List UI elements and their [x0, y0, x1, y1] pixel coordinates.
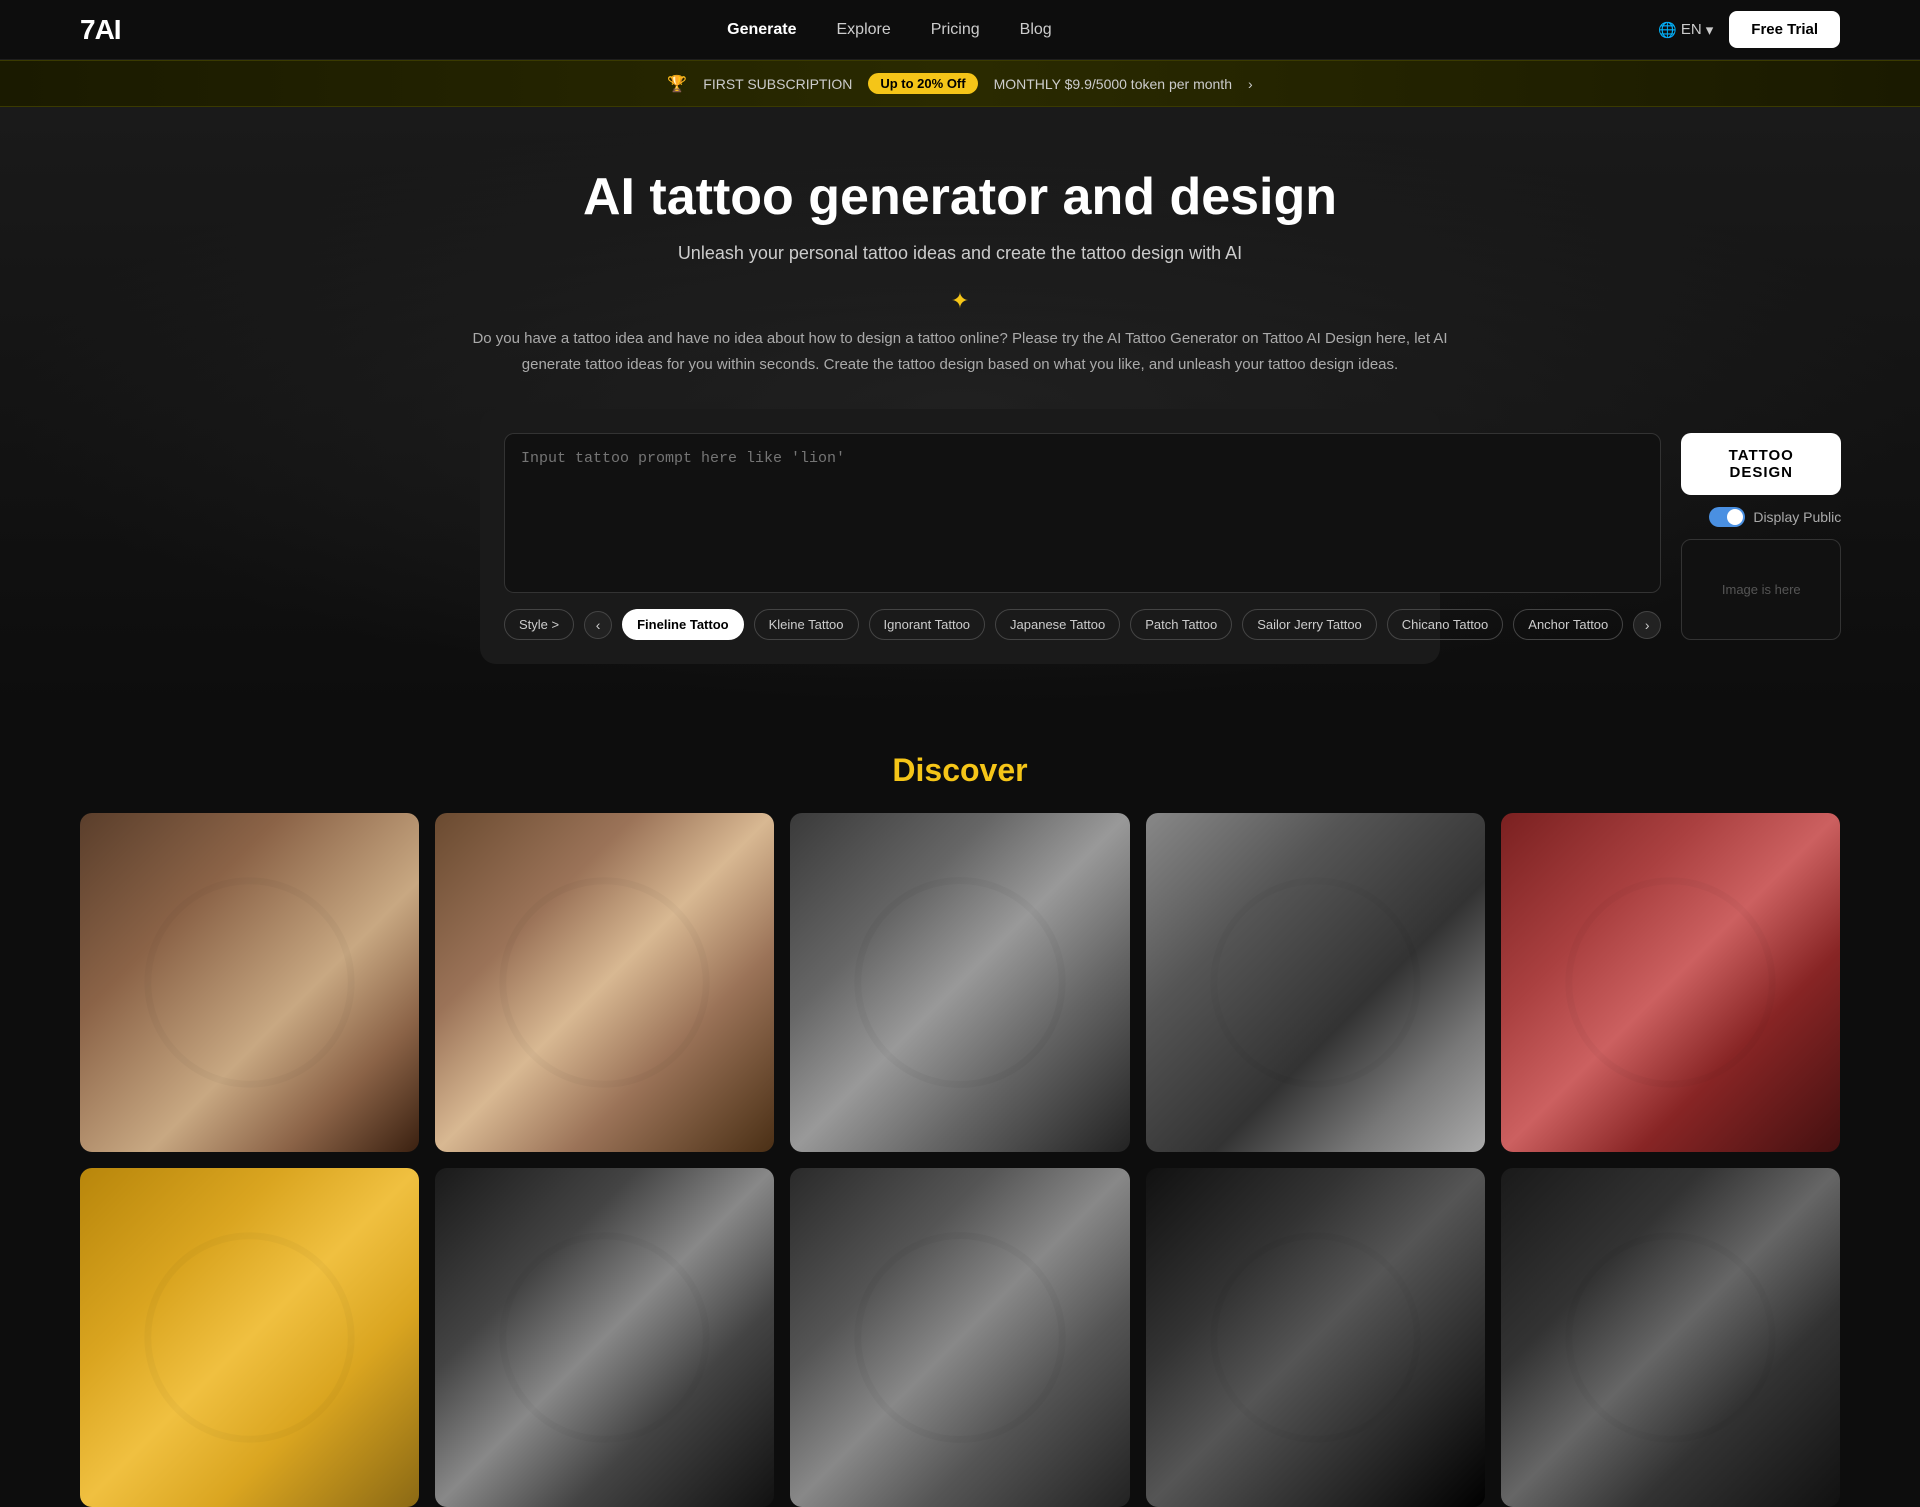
gallery-item-5[interactable] [1501, 813, 1840, 1152]
nav-pricing[interactable]: Pricing [931, 21, 980, 39]
image-preview: Image is here [1681, 539, 1841, 640]
language-selector[interactable]: 🌐 EN ▾ [1658, 21, 1713, 39]
gallery-item-7[interactable] [435, 1168, 774, 1507]
gallery-item-8[interactable] [790, 1168, 1129, 1507]
style-japanese[interactable]: Japanese Tattoo [995, 609, 1120, 640]
generator-container: Style > ‹ Fineline Tattoo Kleine Tattoo … [480, 409, 1440, 664]
prompt-input[interactable] [504, 433, 1661, 593]
gallery-item-2[interactable] [435, 813, 774, 1152]
tattoo-design-button[interactable]: TATTOO DESIGN [1681, 433, 1841, 495]
sparkle-icon: ✦ [951, 288, 969, 314]
nav-explore[interactable]: Explore [837, 21, 891, 39]
gallery-item-9[interactable] [1146, 1168, 1485, 1507]
display-public-label: Display Public [1753, 509, 1841, 525]
image-placeholder-text: Image is here [1722, 582, 1801, 597]
style-label-btn[interactable]: Style > [504, 609, 574, 640]
discover-section: Discover [0, 704, 1920, 1507]
promo-monthly: MONTHLY $9.9/5000 token per month [994, 76, 1232, 92]
toggle-switch[interactable] [1709, 507, 1745, 527]
promo-banner: 🏆 FIRST SUBSCRIPTION Up to 20% Off MONTH… [0, 60, 1920, 107]
display-public-toggle: Display Public [1681, 507, 1841, 527]
hero-subtitle: Unleash your personal tattoo ideas and c… [80, 243, 1840, 264]
style-kleine[interactable]: Kleine Tattoo [754, 609, 859, 640]
next-style-arrow[interactable]: › [1633, 611, 1661, 639]
free-trial-button[interactable]: Free Trial [1729, 11, 1840, 48]
chevron-down-icon: ▾ [1706, 21, 1714, 39]
lang-label: EN [1681, 21, 1702, 38]
style-sailor-jerry[interactable]: Sailor Jerry Tattoo [1242, 609, 1377, 640]
style-anchor[interactable]: Anchor Tattoo [1513, 609, 1623, 640]
discover-title: Discover [80, 752, 1840, 789]
promo-first-sub: FIRST SUBSCRIPTION [703, 76, 852, 92]
gallery-item-4[interactable] [1146, 813, 1485, 1152]
gallery-item-3[interactable] [790, 813, 1129, 1152]
generator-right: TATTOO DESIGN Display Public Image is he… [1681, 433, 1841, 640]
hero-title: AI tattoo generator and design [80, 167, 1840, 227]
nav-blog[interactable]: Blog [1020, 21, 1052, 39]
style-tags: Style > ‹ Fineline Tattoo Kleine Tattoo … [504, 609, 1661, 640]
gallery-item-1[interactable] [80, 813, 419, 1152]
style-chicano[interactable]: Chicano Tattoo [1387, 609, 1504, 640]
promo-arrow: › [1248, 76, 1253, 92]
nav-links: Generate Explore Pricing Blog [727, 21, 1052, 39]
style-ignorant[interactable]: Ignorant Tattoo [869, 609, 986, 640]
style-patch[interactable]: Patch Tattoo [1130, 609, 1232, 640]
generator-left: Style > ‹ Fineline Tattoo Kleine Tattoo … [504, 433, 1661, 640]
prev-style-arrow[interactable]: ‹ [584, 611, 612, 639]
hero-section: AI tattoo generator and design Unleash y… [0, 107, 1920, 704]
style-fineline[interactable]: Fineline Tattoo [622, 609, 743, 640]
promo-badge: Up to 20% Off [868, 73, 977, 94]
globe-icon: 🌐 [1658, 21, 1677, 39]
gallery-item-10[interactable] [1501, 1168, 1840, 1507]
promo-icon: 🏆 [667, 74, 687, 94]
navbar: 7AI Generate Explore Pricing Blog 🌐 EN ▾… [0, 0, 1920, 60]
logo: 7AI [80, 14, 121, 46]
navbar-right: 🌐 EN ▾ Free Trial [1658, 11, 1840, 48]
gallery-item-6[interactable] [80, 1168, 419, 1507]
gallery-grid-row2 [80, 1168, 1840, 1507]
gallery-grid-row1 [80, 813, 1840, 1152]
nav-generate[interactable]: Generate [727, 21, 796, 39]
hero-description: Do you have a tattoo idea and have no id… [470, 326, 1450, 377]
